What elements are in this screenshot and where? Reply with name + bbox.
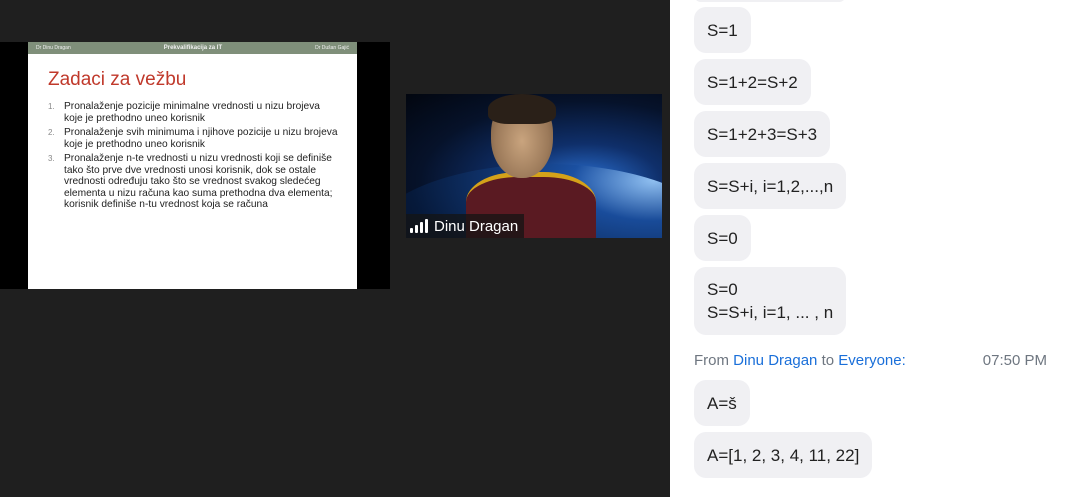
chat-message: A=š xyxy=(694,380,750,426)
to-word: to xyxy=(821,352,835,369)
chat-message-text: S=0 xyxy=(707,228,738,248)
chat-message-header: From Dinu Dragan to Everyone: 07:50 PM xyxy=(694,352,1047,369)
slide-task-item: 3. Pronalaženje n-te vrednosti u nizu vr… xyxy=(48,153,339,211)
chat-message-text: A=š xyxy=(707,393,737,413)
slide-header: Dr Dinu Dragan Prekvalifikacija za IT Dr… xyxy=(28,42,357,54)
chat-message-bubble-partial xyxy=(694,0,846,2)
chat-message: S=1 xyxy=(694,7,751,53)
slide-task-text: Pronalaženje n-te vrednosti u nizu vredn… xyxy=(64,153,333,210)
chat-panel: S=1 S=1+2=S+2 S=1+2+3=S+3 S=S+i, i=1,2,.… xyxy=(670,0,1070,497)
recipient-link[interactable]: Everyone: xyxy=(838,352,906,369)
chat-message: S=1+2=S+2 xyxy=(694,59,811,105)
chat-message: S=0 xyxy=(694,215,751,261)
chat-message: S=S+i, i=1,2,...,n xyxy=(694,163,847,209)
chat-message-text: S=1 xyxy=(707,20,738,40)
meeting-stage: Dr Dinu Dragan Prekvalifikacija za IT Dr… xyxy=(0,0,670,497)
slide-task-text: Pronalaženje pozicije minimalne vrednost… xyxy=(64,101,320,124)
slide-task-text: Pronalaženje svih minimuma i njihove poz… xyxy=(64,127,338,150)
slide-header-left: Dr Dinu Dragan xyxy=(36,45,71,51)
chat-message: A=[1, 2, 3, 4, 11, 22] xyxy=(694,432,873,478)
slide-task-list: 1. Pronalaženje pozicije minimalne vredn… xyxy=(48,101,339,211)
screen-share-tile[interactable]: Dr Dinu Dragan Prekvalifikacija za IT Dr… xyxy=(0,42,390,289)
chat-message-line: S=S+i, i=1, ... , n xyxy=(707,303,834,322)
slide-task-number: 1. xyxy=(48,102,55,111)
chat-message-text: S=1+2+3=S+3 xyxy=(707,124,818,144)
signal-strength-icon xyxy=(410,219,428,233)
chat-message-line: S=0 xyxy=(707,280,738,299)
sender-link[interactable]: Dinu Dragan xyxy=(733,352,817,369)
slide-task-item: 1. Pronalaženje pozicije minimalne vredn… xyxy=(48,101,339,124)
slide-title: Zadaci za vežbu xyxy=(48,69,187,90)
chat-message-text: A=[1, 2, 3, 4, 11, 22] xyxy=(707,445,860,465)
chat-message-multiline: S=0 S=S+i, i=1, ... , n xyxy=(694,267,847,335)
slide-header-center: Prekvalifikacija za IT xyxy=(163,45,223,51)
slide-header-right: Dr Dušan Gajić xyxy=(315,45,349,51)
participant-name-tag: Dinu Dragan xyxy=(406,214,525,238)
sender-prefix: From xyxy=(694,352,729,369)
slide-task-number: 2. xyxy=(48,128,55,137)
slide-task-number: 3. xyxy=(48,154,55,163)
message-timestamp: 07:50 PM xyxy=(982,352,1047,369)
chat-message-text: S=S+i, i=1,2,...,n xyxy=(707,176,834,196)
chat-message: S=1+2+3=S+3 xyxy=(694,111,831,157)
slide-task-item: 2. Pronalaženje svih minimuma i njihove … xyxy=(48,127,339,150)
chat-message-text: S=1+2=S+2 xyxy=(707,72,798,92)
participant-video-tile[interactable]: Dinu Dragan xyxy=(406,94,662,238)
presentation-slide: Dr Dinu Dragan Prekvalifikacija za IT Dr… xyxy=(28,42,357,289)
participant-name: Dinu Dragan xyxy=(434,217,519,235)
